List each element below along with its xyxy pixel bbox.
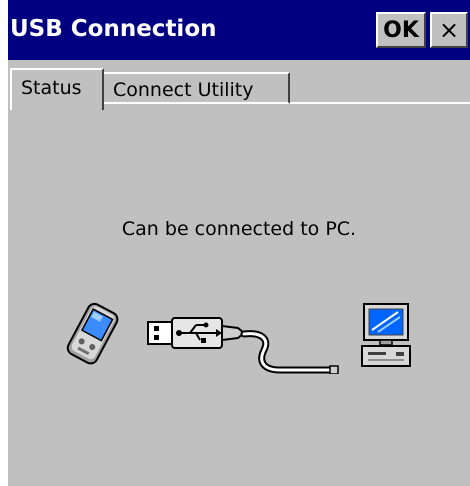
window-title: USB Connection [10,16,217,42]
tab-connect-utility[interactable]: Connect Utility [104,72,290,104]
pc-icon [361,303,411,367]
status-message: Can be connected to PC. [121,218,357,240]
usb-cable-icon [240,330,339,374]
close-button[interactable]: × [430,12,468,48]
ok-button[interactable]: OK [376,12,426,48]
tab-connect-utility-label: Connect Utility [113,79,254,101]
usb-connection-window: USB Connection OK × Status Connect Utili… [8,0,470,486]
tab-status-label: Status [21,77,82,99]
status-panel: Can be connected to PC. [8,104,470,486]
title-bar: USB Connection OK × [8,0,470,60]
pda-icon [66,302,119,365]
